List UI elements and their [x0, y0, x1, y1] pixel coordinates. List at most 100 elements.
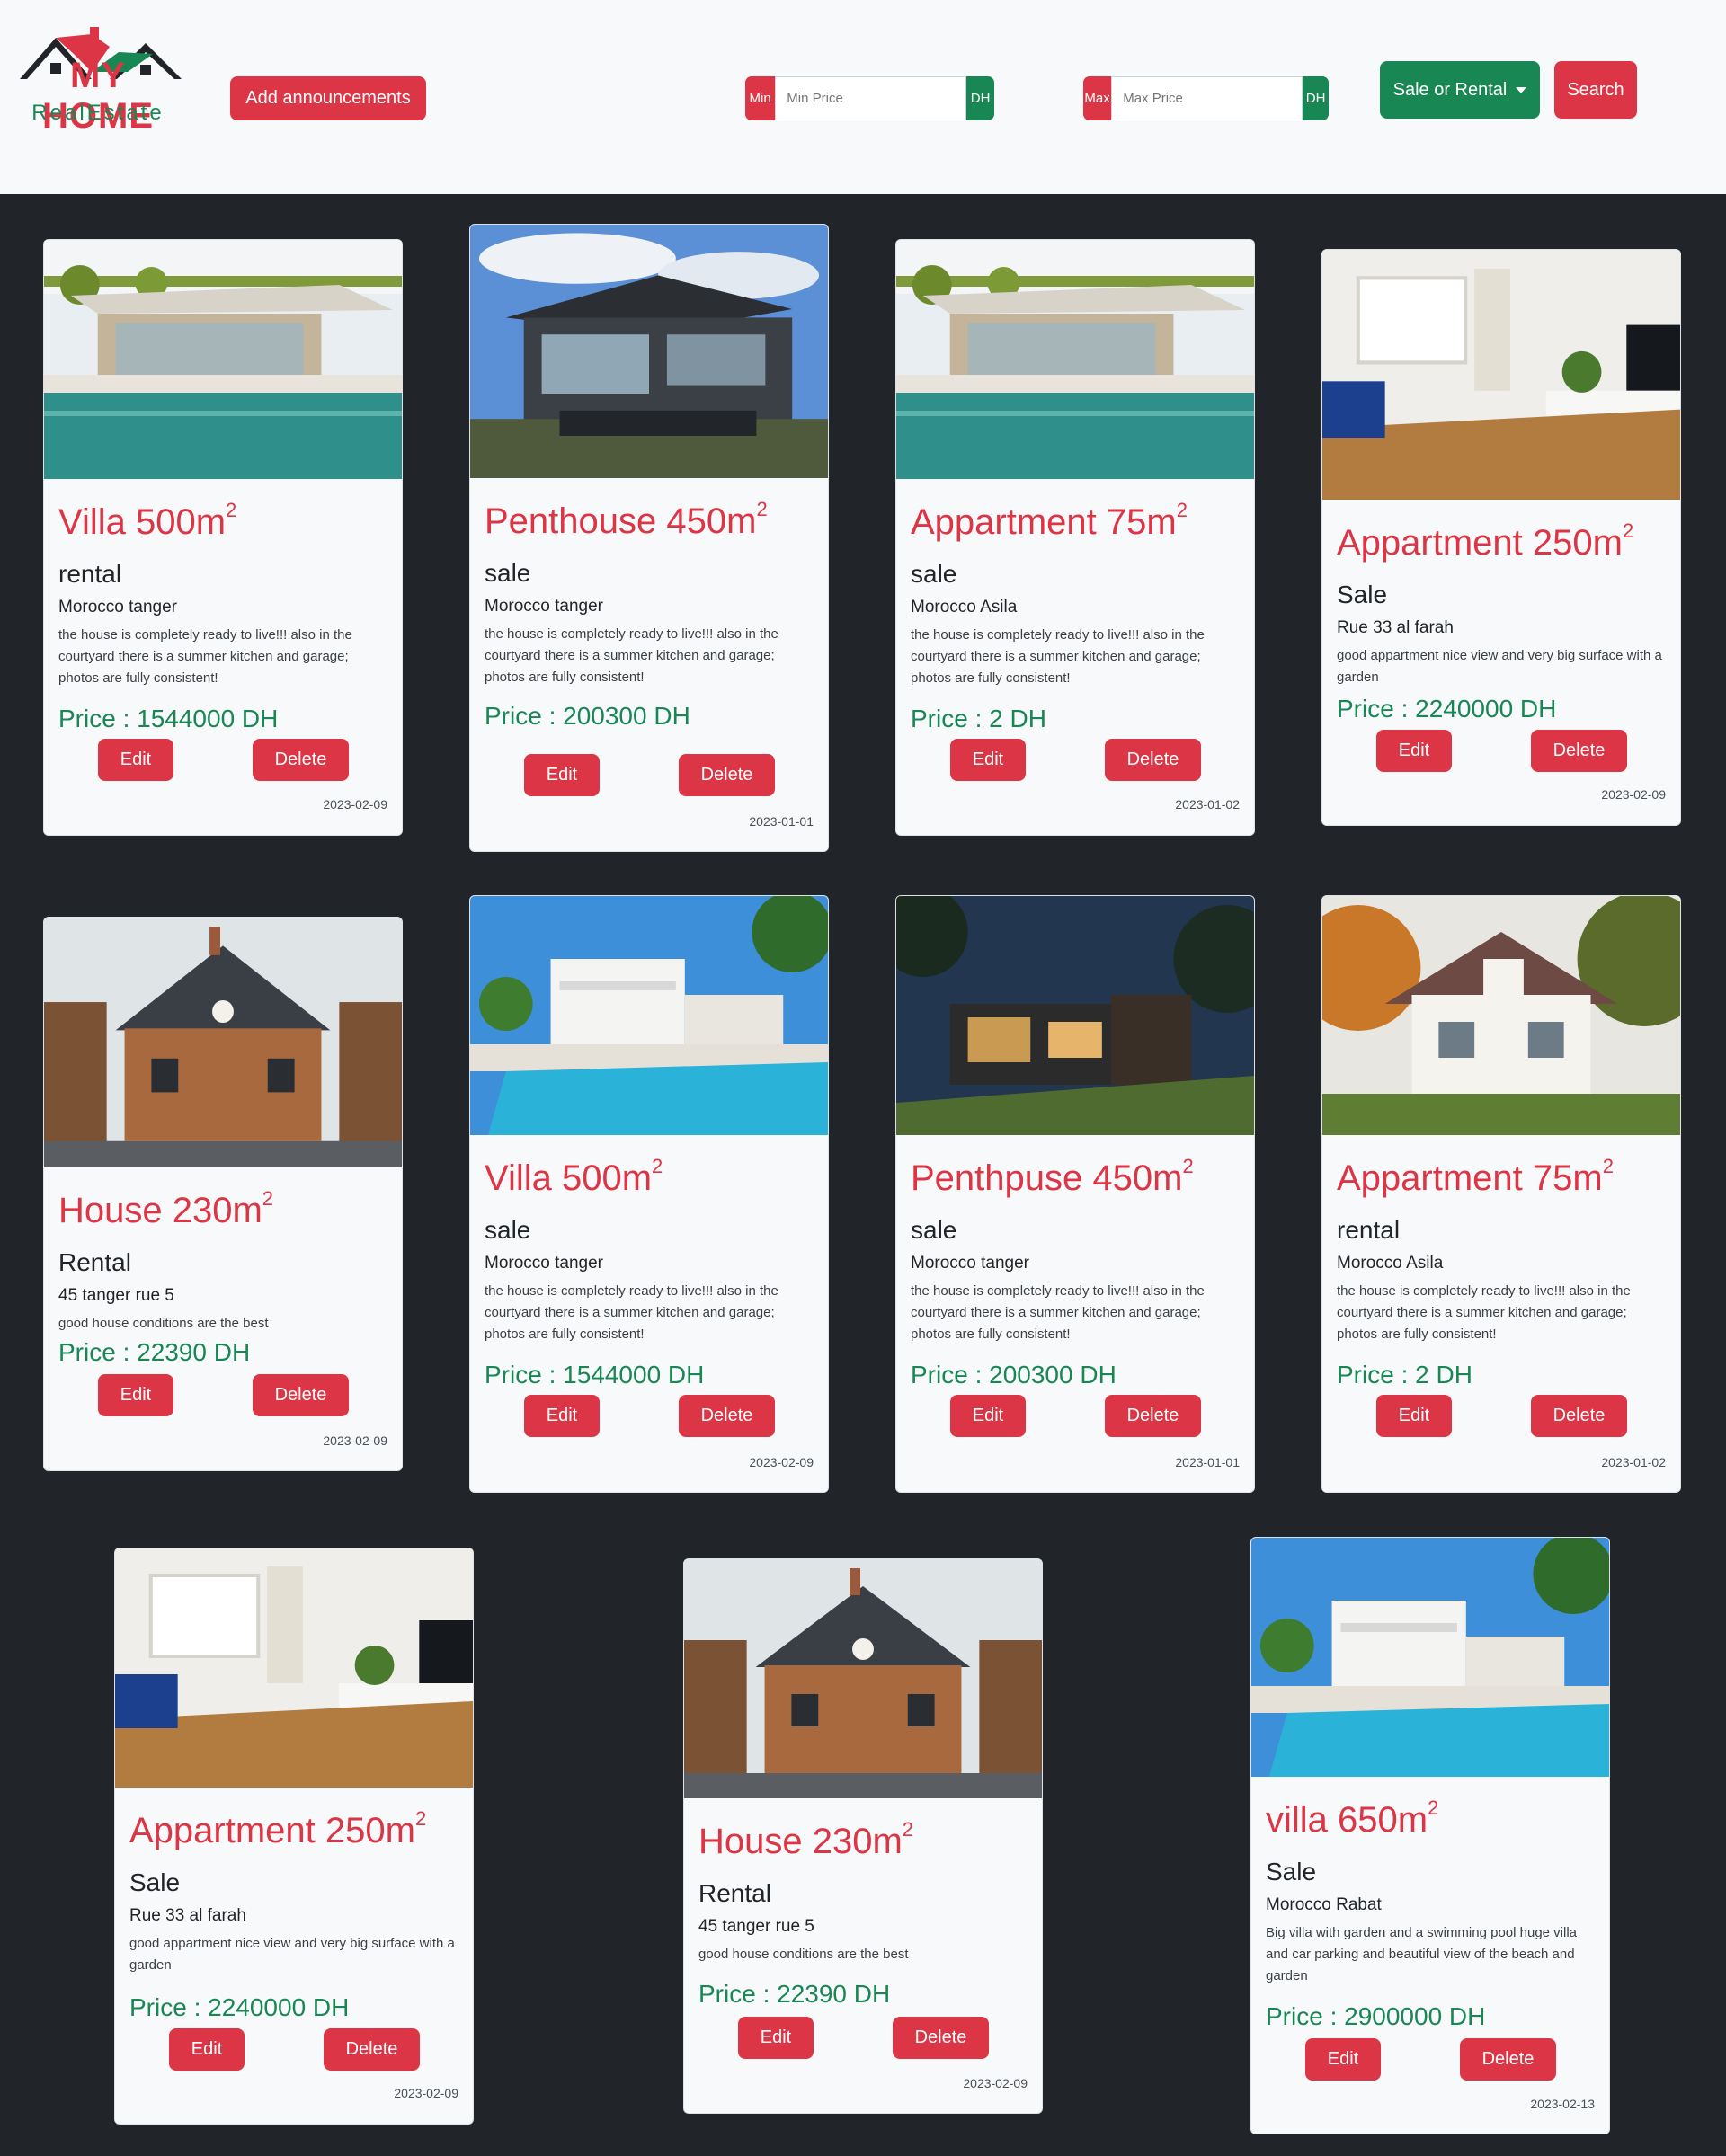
delete-button[interactable]: Delete: [679, 1395, 775, 1437]
listing-type: Sale: [1337, 581, 1388, 608]
listing-exponent: 2: [1176, 499, 1188, 521]
delete-button[interactable]: Delete: [324, 2028, 420, 2071]
property-photo[interactable]: [684, 1559, 1042, 1798]
sale-or-rental-dropdown[interactable]: Sale or Rental: [1380, 61, 1540, 119]
listing-type: rental: [58, 560, 122, 588]
listing-description: the house is completely ready to live!!!…: [911, 1283, 1205, 1342]
listing-location: Morocco Rabat: [1266, 1895, 1382, 1914]
edit-button[interactable]: Edit: [98, 1374, 173, 1416]
edit-button[interactable]: Edit: [1305, 2038, 1381, 2081]
listing-title: Appartment 75m2: [1337, 1155, 1614, 1199]
listing-location: Rue 33 al farah: [1337, 618, 1454, 637]
edit-button[interactable]: Edit: [98, 739, 173, 781]
listing-price: Price : 2900000 DH: [1266, 2002, 1486, 2030]
min-price-input[interactable]: [775, 76, 967, 120]
listing-date: 2023-01-02: [1175, 797, 1240, 812]
edit-button[interactable]: Edit: [1376, 1395, 1452, 1437]
listing-price: Price : 200300 DH: [911, 1361, 1117, 1389]
property-photo[interactable]: [44, 240, 402, 479]
add-announcement-button[interactable]: Add announcements: [230, 76, 426, 120]
listing-description: good appartment nice view and very big s…: [1337, 648, 1662, 685]
delete-button[interactable]: Delete: [253, 739, 349, 781]
listing-location: 45 tanger rue 5: [698, 1917, 814, 1936]
listing-title: Penthouse 450m2: [485, 498, 768, 542]
min-price-group: Min DH: [745, 76, 994, 120]
listing-type: Sale: [1266, 1858, 1317, 1885]
search-button[interactable]: Search: [1554, 61, 1637, 119]
listing-price: Price : 1544000 DH: [58, 705, 279, 732]
edit-button[interactable]: Edit: [950, 1395, 1026, 1437]
edit-button[interactable]: Edit: [524, 1395, 600, 1437]
listing-description: the house is completely ready to live!!!…: [911, 627, 1205, 686]
edit-button[interactable]: Edit: [950, 739, 1026, 781]
listing-title: Appartment 250m2: [1337, 519, 1633, 563]
listing-title: Appartment 75m2: [911, 499, 1188, 543]
property-photo[interactable]: [1322, 896, 1680, 1135]
delete-button[interactable]: Delete: [1531, 1395, 1627, 1437]
property-photo-image: [44, 918, 402, 1167]
property-photo[interactable]: [115, 1548, 473, 1788]
min-price-unit: DH: [966, 76, 994, 120]
listing-card: Appartment 250m2 Sale Rue 33 al farah go…: [114, 1548, 474, 2125]
listing-card: Penthpuse 450m2 sale Morocco tanger the …: [895, 895, 1255, 1493]
listing-name: Penthpuse 450m: [911, 1158, 1183, 1198]
delete-button[interactable]: Delete: [1460, 2038, 1556, 2081]
listing-exponent: 2: [652, 1155, 663, 1177]
top-navbar: MY HOME RealEstate Add announcements Min…: [0, 0, 1726, 194]
property-photo[interactable]: [896, 896, 1254, 1135]
listing-name: House 230m: [698, 1822, 903, 1861]
listing-date: 2023-02-09: [323, 797, 387, 812]
listing-title: villa 650m2: [1266, 1797, 1439, 1841]
max-price-input[interactable]: [1111, 76, 1303, 120]
listing-date: 2023-01-02: [1601, 1455, 1666, 1469]
max-price-label: Max: [1083, 76, 1112, 120]
listing-name: Appartment 250m: [1337, 523, 1623, 563]
property-photo[interactable]: [896, 240, 1254, 479]
listing-type: sale: [911, 560, 957, 588]
listing-title: House 230m2: [698, 1818, 913, 1862]
listing-card: House 230m2 Rental 45 tanger rue 5 good …: [43, 917, 403, 1471]
listing-exponent: 2: [1602, 1155, 1614, 1177]
property-photo[interactable]: [470, 225, 828, 478]
property-photo[interactable]: [44, 918, 402, 1167]
delete-button[interactable]: Delete: [1105, 739, 1201, 781]
listing-location: Morocco tanger: [911, 1254, 1030, 1273]
listing-title: House 230m2: [58, 1187, 273, 1231]
delete-button[interactable]: Delete: [679, 754, 775, 796]
listing-date: 2023-02-09: [749, 1455, 814, 1469]
edit-button[interactable]: Edit: [1376, 730, 1452, 772]
min-price-label: Min: [745, 76, 776, 120]
listing-price: Price : 2240000 DH: [129, 1993, 350, 2021]
listing-exponent: 2: [1428, 1797, 1439, 1819]
delete-button[interactable]: Delete: [253, 1374, 349, 1416]
listing-exponent: 2: [1622, 519, 1634, 542]
listing-location: Morocco tanger: [485, 597, 604, 616]
listing-name: Appartment 250m: [129, 1811, 415, 1850]
edit-button[interactable]: Edit: [169, 2028, 245, 2071]
listing-exponent: 2: [262, 1187, 274, 1210]
listing-card: Appartment 75m2 sale Morocco Asila the h…: [895, 239, 1255, 836]
listing-price: Price : 2240000 DH: [1337, 695, 1557, 723]
listing-card: House 230m2 Rental 45 tanger rue 5 good …: [683, 1558, 1043, 2114]
listing-location: Morocco tanger: [58, 598, 178, 617]
listing-date: 2023-01-01: [1175, 1455, 1240, 1469]
listing-description: the house is completely ready to live!!!…: [58, 627, 352, 686]
edit-button[interactable]: Edit: [524, 754, 600, 796]
listing-type: sale: [485, 1216, 531, 1244]
listing-name: Penthouse 450m: [485, 501, 757, 541]
listing-price: Price : 200300 DH: [485, 702, 690, 730]
edit-button[interactable]: Edit: [738, 2017, 814, 2059]
delete-button[interactable]: Delete: [1531, 730, 1627, 772]
listing-name: villa 650m: [1266, 1800, 1428, 1840]
listing-description: good house conditions are the best: [58, 1316, 269, 1331]
delete-button[interactable]: Delete: [893, 2017, 989, 2059]
listing-location: Rue 33 al farah: [129, 1906, 246, 1925]
listing-description: the house is completely ready to live!!!…: [1337, 1283, 1631, 1342]
property-photo[interactable]: [1251, 1538, 1609, 1777]
property-photo[interactable]: [470, 896, 828, 1135]
listing-title: Villa 500m2: [58, 499, 236, 543]
property-photo[interactable]: [1322, 250, 1680, 500]
listing-description: the house is completely ready to live!!!…: [485, 626, 778, 685]
delete-button[interactable]: Delete: [1105, 1395, 1201, 1437]
listing-location: Morocco Asila: [1337, 1254, 1444, 1273]
